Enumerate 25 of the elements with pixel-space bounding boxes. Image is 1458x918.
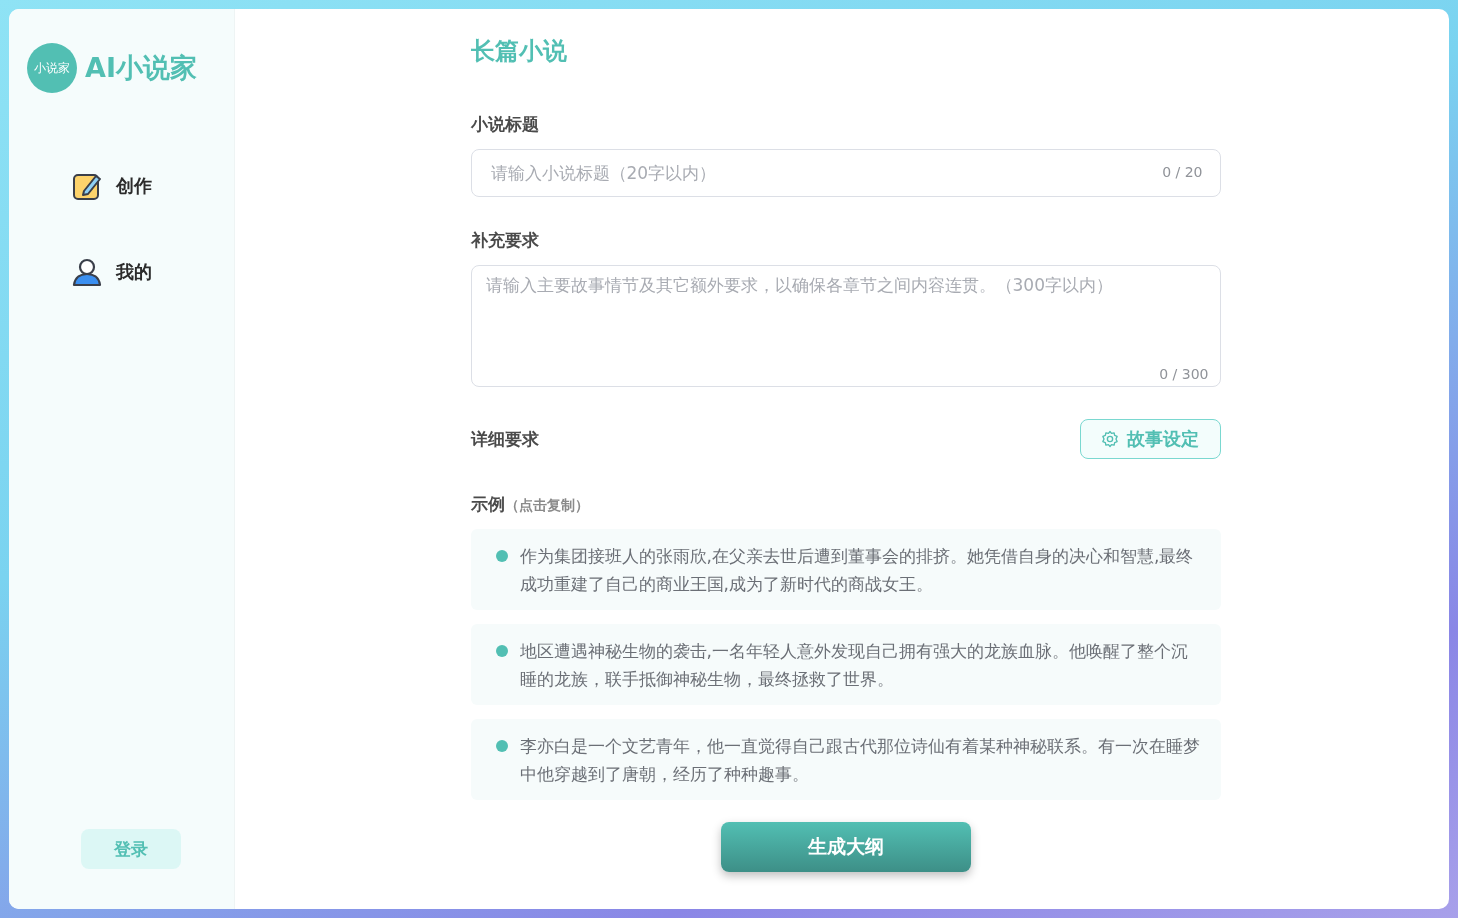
page-heading: 长篇小说 bbox=[470, 36, 568, 67]
hint-text: （点击复制） bbox=[504, 497, 589, 515]
nav-item[interactable]: 创作 bbox=[72, 169, 234, 203]
bullet-dot bbox=[495, 645, 508, 657]
character-counter: 0 / 20 bbox=[1162, 164, 1203, 180]
section-label: 详细要求 bbox=[470, 427, 539, 451]
generate-outline-button[interactable]: 生成大纲 bbox=[720, 822, 971, 872]
section-label: 示例 bbox=[470, 493, 505, 516]
example-card[interactable]: 李亦白是一个文艺青年，他一直觉得自己跟古代那位诗仙有着某种神秘联系。有一次在睡梦中他穿越到了唐朝，经历了种种趣事。 bbox=[470, 719, 1221, 800]
bullet-dot bbox=[495, 550, 508, 562]
field-label: 小说标题 bbox=[470, 113, 540, 136]
nav-item[interactable]: 我的 bbox=[72, 255, 234, 289]
field-label: 补充要求 bbox=[470, 229, 540, 252]
settings-icon bbox=[1101, 430, 1119, 448]
character-counter: 0 / 300 bbox=[1159, 366, 1209, 382]
user-icon bbox=[72, 257, 102, 287]
example-text: 地区遭遇神秘生物的袭击,一名年轻人意外发现自己拥有强大的龙族血脉。他唤醒了整个沉睡的龙族，联手抵御神秘生物，最终拯救了世界。 bbox=[519, 640, 1189, 691]
logo-text: AI小说家 bbox=[85, 51, 197, 85]
edit-icon bbox=[72, 171, 102, 201]
example-card[interactable]: 作为集团接班人的张雨欣,在父亲去世后遭到董事会的排挤。她凭借自身的决心和智慧,最终成功重建了自己的商业王国,成为了新时代的商战女王。 bbox=[470, 529, 1221, 610]
logo-badge: 小说家 bbox=[27, 43, 77, 93]
bullet-dot bbox=[495, 740, 508, 752]
example-text: 作为集团接班人的张雨欣,在父亲去世后遭到董事会的排挤。她凭借自身的决心和智慧,最终成功重建了自己的商业王国,成为了新时代的商战女王。 bbox=[519, 545, 1195, 596]
example-card[interactable]: 地区遭遇神秘生物的袭击,一名年轻人意外发现自己拥有强大的龙族血脉。他唤醒了整个沉睡的龙族，联手抵御神秘生物，最终拯救了世界。 bbox=[470, 624, 1221, 705]
example-text: 李亦白是一个文艺青年，他一直觉得自己跟古代那位诗仙有着某种神秘联系。有一次在睡梦中他穿越到了唐朝，经历了种种趣事。 bbox=[519, 735, 1201, 786]
